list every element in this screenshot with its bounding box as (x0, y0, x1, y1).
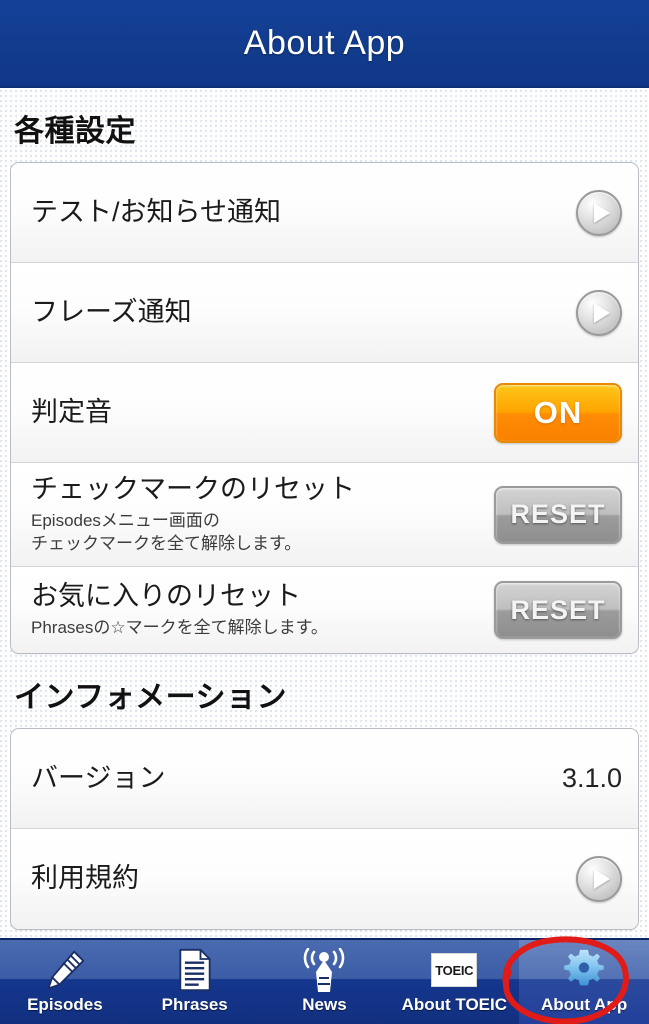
section-heading-settings: 各種設定 (14, 115, 136, 148)
tab-label: Phrases (161, 995, 228, 1014)
tab-about-toeic[interactable]: TOEIC About TOEIC (389, 940, 519, 1024)
tab-phrases[interactable]: Phrases (130, 940, 260, 1024)
row-reset-favorites[interactable]: お気に入りのリセット Phrasesの☆マークを全て解除します。 RESET (11, 567, 638, 653)
row-reset-checkmarks[interactable]: チェックマークのリセット Episodesメニュー画面の チェックマークを全て解… (11, 463, 638, 567)
tab-label: News (302, 995, 347, 1014)
play-triangle-icon (593, 302, 610, 323)
tab-label: Episodes (27, 995, 103, 1014)
tab-episodes[interactable]: Episodes (0, 940, 130, 1024)
information-card: バージョン 3.1.0 利用規約 (10, 728, 639, 930)
document-icon (169, 947, 221, 993)
bottom-tab-bar: Episodes Phrases News TOEIC About TOEIC … (0, 938, 649, 1024)
tab-label: About App (540, 995, 628, 1014)
play-icon[interactable] (576, 289, 622, 336)
row-test-notification[interactable]: テスト/お知らせ通知 (11, 163, 638, 263)
page-title: About App (243, 23, 406, 62)
tab-about-app[interactable]: About App (519, 940, 649, 1024)
play-icon[interactable] (576, 189, 622, 236)
broadcast-tower-icon (298, 947, 350, 993)
version-value: 3.1.0 (561, 763, 622, 793)
toeic-logo-icon: TOEIC (428, 947, 480, 993)
row-version: バージョン 3.1.0 (11, 729, 638, 829)
row-label: 利用規約 (31, 863, 139, 894)
row-judgement-sound[interactable]: 判定音 ON (11, 363, 638, 463)
row-label: チェックマークのリセット (31, 474, 355, 505)
sound-toggle-label: ON (533, 394, 583, 430)
row-label: フレーズ通知 (31, 296, 192, 327)
row-label: テスト/お知らせ通知 (31, 196, 281, 227)
section-heading-information: インフォメーション (14, 681, 287, 714)
settings-card: テスト/お知らせ通知 フレーズ通知 判定音 ON チェックマークのリセット Ep… (10, 162, 639, 654)
row-label: お気に入りのリセット (31, 581, 301, 612)
gear-icon (558, 947, 610, 993)
reset-checkmarks-button[interactable]: RESET (494, 485, 622, 544)
play-triangle-icon (593, 869, 610, 889)
play-icon[interactable] (576, 856, 622, 902)
reset-favorites-button[interactable]: RESET (494, 581, 622, 639)
row-description: Phrasesの☆マークを全て解除します。 (31, 617, 328, 637)
row-terms-of-use[interactable]: 利用規約 (11, 829, 638, 929)
sound-toggle-button[interactable]: ON (494, 382, 622, 443)
row-phrase-notification[interactable]: フレーズ通知 (11, 263, 638, 363)
toeic-logo-text: TOEIC (435, 962, 474, 978)
settings-scroll-area[interactable]: 各種設定 テスト/お知らせ通知 フレーズ通知 判定音 ON チェックマークのリセ… (0, 88, 649, 942)
app-header: About App (0, 0, 649, 88)
row-label: 判定音 (31, 396, 112, 427)
play-triangle-icon (593, 202, 610, 223)
tab-label: About TOEIC (401, 995, 508, 1014)
pencil-icon (39, 947, 91, 993)
row-description: Episodesメニュー画面の チェックマークを全て解除します。 (31, 510, 302, 553)
reset-button-label: RESET (510, 499, 606, 529)
tab-news[interactable]: News (260, 940, 390, 1024)
row-label: バージョン (31, 762, 166, 793)
reset-button-label: RESET (510, 594, 606, 625)
